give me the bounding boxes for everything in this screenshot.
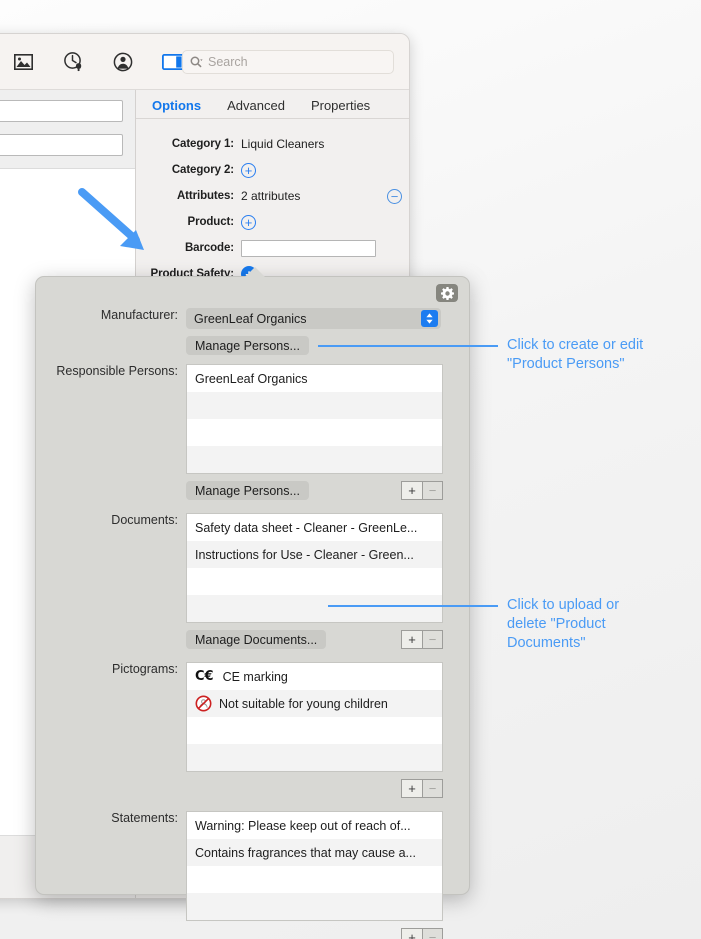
manufacturer-label: Manufacturer: xyxy=(100,308,178,322)
documents-list[interactable]: Safety data sheet - Cleaner - GreenLe...… xyxy=(186,513,443,623)
category-1-value: Liquid Cleaners xyxy=(241,137,325,151)
list-item[interactable] xyxy=(187,744,442,771)
list-item[interactable] xyxy=(187,568,442,595)
row-responsible-persons: Responsible Persons: GreenLeaf Organics xyxy=(36,364,469,474)
statements-list[interactable]: Warning: Please keep out of reach of... … xyxy=(186,811,443,921)
documents-add-remove-group: + − xyxy=(401,630,443,649)
category-2-add-button[interactable]: + xyxy=(241,162,256,178)
list-item[interactable]: Instructions for Use - Cleaner - Green..… xyxy=(187,541,442,568)
manufacturer-select[interactable]: GreenLeaf Organics xyxy=(186,308,441,329)
pictograms-add-remove-group: + − xyxy=(401,779,443,798)
annotation-documents-line-2: delete "Product xyxy=(507,616,606,632)
window-toolbar: Search xyxy=(0,34,409,90)
annotation-documents: Click to upload or delete "Product Docum… xyxy=(507,596,701,653)
sidebar-text-field-1[interactable] xyxy=(0,100,123,122)
tab-bar: Options Advanced Properties xyxy=(136,90,409,119)
product-safety-popover: Manufacturer: GreenLeaf Organics Manage … xyxy=(35,267,470,939)
annotation-persons-line-1: Click to create or edit xyxy=(507,337,644,353)
gear-icon[interactable] xyxy=(436,284,458,302)
pictogram-label: Not suitable for young children xyxy=(219,696,388,711)
persons-add-remove-group: + − xyxy=(401,481,443,500)
annotation-documents-line-1: Click to upload or xyxy=(507,597,620,613)
list-item[interactable] xyxy=(187,392,442,419)
list-item[interactable] xyxy=(187,419,442,446)
row-manufacturer: Manufacturer: GreenLeaf Organics xyxy=(36,308,469,329)
list-item[interactable]: Safety data sheet - Cleaner - GreenLe... xyxy=(187,514,442,541)
options-form: Category 1: Liquid Cleaners Category 2: … xyxy=(136,119,409,287)
row-statements: Statements: Warning: Please keep out of … xyxy=(36,811,469,921)
row-statements-controls: + − xyxy=(36,928,469,939)
manufacturer-value: GreenLeaf Organics xyxy=(194,311,307,326)
annotation-persons-line-2: "Product Persons" xyxy=(507,356,625,372)
list-item[interactable]: Warning: Please keep out of reach of... xyxy=(187,812,442,839)
statements-remove-button[interactable]: − xyxy=(422,928,443,939)
tab-options[interactable]: Options xyxy=(152,98,201,118)
pictograms-label: Pictograms: xyxy=(112,662,178,676)
statements-add-button[interactable]: + xyxy=(401,928,422,939)
list-item[interactable] xyxy=(187,866,442,893)
ce-marking-icon: C€ xyxy=(195,669,214,684)
row-category-1: Category 1: Liquid Cleaners xyxy=(136,131,409,157)
chevron-updown-icon xyxy=(421,310,438,327)
list-item[interactable]: GreenLeaf Organics xyxy=(187,365,442,392)
row-documents-controls: Manage Documents... + − xyxy=(36,630,469,649)
barcode-input[interactable] xyxy=(241,239,376,257)
manage-documents-button[interactable]: Manage Documents... xyxy=(186,630,327,649)
category-2-label: Category 2: xyxy=(171,164,234,176)
category-1-label: Category 1: xyxy=(171,138,234,150)
tab-advanced[interactable]: Advanced xyxy=(227,98,285,118)
row-category-2: Category 2: + xyxy=(136,157,409,183)
row-pictograms: Pictograms: C€ CE marking Not suitable f… xyxy=(36,662,469,772)
pointer-arrow-icon xyxy=(78,188,144,250)
annotation-leader-line-2 xyxy=(328,605,498,607)
documents-remove-button[interactable]: − xyxy=(422,630,443,649)
reminder-clock-icon[interactable] xyxy=(61,50,85,74)
list-item[interactable]: Contains fragrances that may cause a... xyxy=(187,839,442,866)
list-item[interactable] xyxy=(187,893,442,920)
row-pictograms-controls: + − xyxy=(36,779,469,798)
list-item[interactable] xyxy=(187,595,442,622)
sidebar-text-field-2[interactable] xyxy=(0,134,123,156)
list-item[interactable] xyxy=(187,446,442,473)
persons-add-button[interactable]: + xyxy=(401,481,422,500)
documents-add-button[interactable]: + xyxy=(401,630,422,649)
search-placeholder-text: Search xyxy=(208,55,248,69)
responsible-persons-list[interactable]: GreenLeaf Organics xyxy=(186,364,443,474)
tab-properties[interactable]: Properties xyxy=(311,98,370,118)
list-item[interactable] xyxy=(187,717,442,744)
row-documents: Documents: Safety data sheet - Cleaner -… xyxy=(36,513,469,623)
pictograms-list[interactable]: C€ CE marking Not suitable for young chi… xyxy=(186,662,443,772)
product-add-button[interactable]: + xyxy=(241,214,256,230)
list-item[interactable]: Not suitable for young children xyxy=(187,690,442,717)
list-item[interactable]: C€ CE marking xyxy=(187,663,442,690)
no-young-children-icon xyxy=(195,695,212,712)
attributes-remove-button[interactable]: − xyxy=(387,188,402,204)
row-attributes: Attributes: 2 attributes − xyxy=(136,183,409,209)
pictograms-add-button[interactable]: + xyxy=(401,779,422,798)
manage-persons-top-button[interactable]: Manage Persons... xyxy=(186,336,309,355)
toolbar-icon-group xyxy=(11,50,185,74)
annotation-documents-line-3: Documents" xyxy=(507,635,586,651)
pictogram-label: CE marking xyxy=(222,669,288,684)
statements-label: Statements: xyxy=(111,811,178,825)
account-person-icon[interactable] xyxy=(111,50,135,74)
annotation-leader-line-1 xyxy=(318,345,498,347)
image-icon[interactable] xyxy=(11,50,35,74)
documents-label: Documents: xyxy=(111,513,178,527)
pictograms-remove-button[interactable]: − xyxy=(422,779,443,798)
search-icon xyxy=(190,56,203,68)
row-persons-controls: Manage Persons... + − xyxy=(36,481,469,500)
annotation-persons: Click to create or edit "Product Persons… xyxy=(507,336,701,374)
statements-add-remove-group: + − xyxy=(401,928,443,939)
search-input[interactable]: Search xyxy=(182,50,394,74)
attributes-value: 2 attributes xyxy=(241,189,301,203)
persons-remove-button[interactable]: − xyxy=(422,481,443,500)
row-product: Product: + xyxy=(136,209,409,235)
manage-persons-button[interactable]: Manage Persons... xyxy=(186,481,309,500)
row-barcode: Barcode: xyxy=(136,235,409,261)
responsible-persons-label: Responsible Persons: xyxy=(56,364,178,378)
screen: Search − Options Advanced xyxy=(0,0,701,939)
